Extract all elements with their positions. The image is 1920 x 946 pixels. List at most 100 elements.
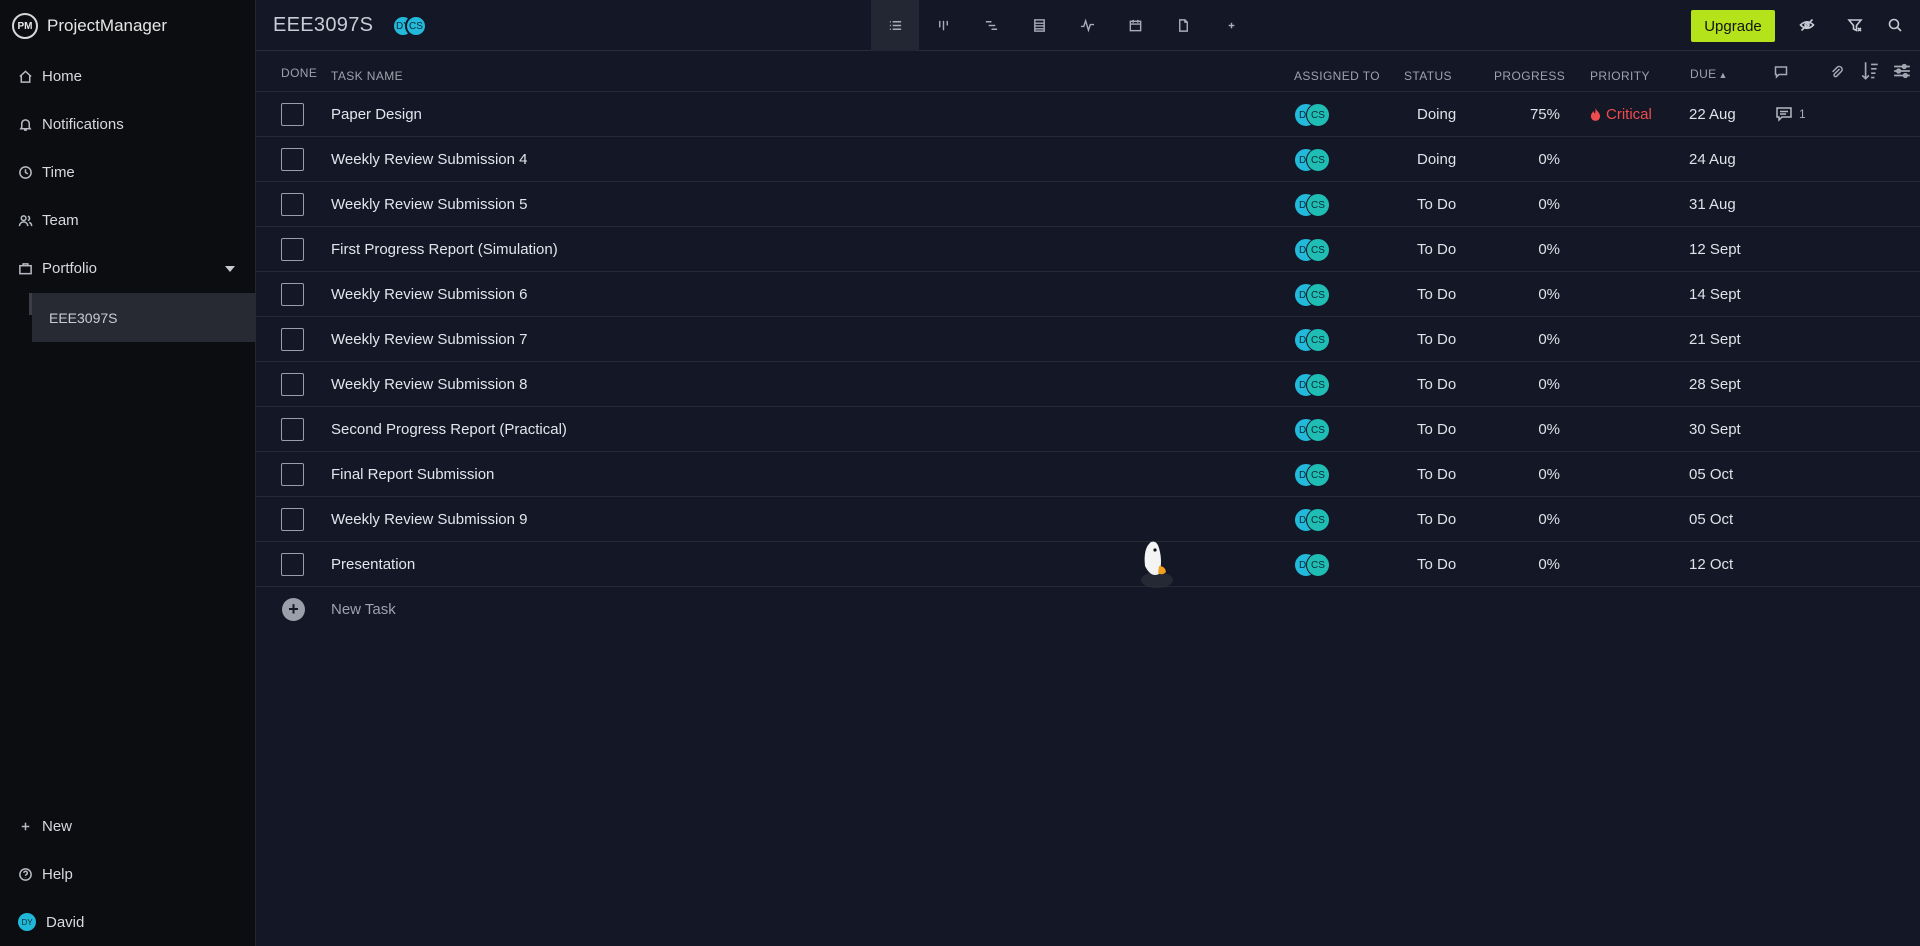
status-cell[interactable]: To Do (1417, 196, 1456, 213)
table-row[interactable]: Paper Design DY CS Doing 75% Critical 22… (256, 92, 1920, 137)
due-cell[interactable]: 05 Oct (1689, 511, 1733, 528)
status-cell[interactable]: To Do (1417, 241, 1456, 258)
table-row[interactable]: First Progress Report (Simulation) DY CS… (256, 227, 1920, 272)
status-cell[interactable]: To Do (1417, 286, 1456, 303)
brand[interactable]: PM ProjectManager (0, 0, 255, 52)
task-name[interactable]: Weekly Review Submission 4 (331, 151, 527, 168)
sidebar-item-portfolio[interactable]: Portfolio (0, 244, 255, 292)
done-checkbox[interactable] (281, 418, 304, 441)
filter-icon[interactable] (1845, 15, 1865, 35)
progress-cell[interactable]: 0% (1512, 466, 1560, 483)
done-checkbox[interactable] (281, 148, 304, 171)
due-cell[interactable]: 22 Aug (1689, 106, 1736, 123)
column-header-done[interactable]: DONE (281, 66, 317, 80)
add-task-icon[interactable]: + (282, 598, 305, 621)
done-checkbox[interactable] (281, 373, 304, 396)
column-header-priority[interactable]: PRIORITY (1590, 69, 1650, 83)
status-cell[interactable]: To Do (1417, 331, 1456, 348)
done-checkbox[interactable] (281, 553, 304, 576)
table-row[interactable]: Second Progress Report (Practical) DY CS… (256, 407, 1920, 452)
due-cell[interactable]: 24 Aug (1689, 151, 1736, 168)
done-checkbox[interactable] (281, 193, 304, 216)
upgrade-button[interactable]: Upgrade (1691, 10, 1775, 42)
column-header-progress[interactable]: PROGRESS (1494, 69, 1565, 83)
tab-calendar-view[interactable] (1111, 0, 1159, 51)
due-cell[interactable]: 14 Sept (1689, 286, 1741, 303)
assignee-avatars[interactable]: DY CS (1294, 508, 1330, 532)
due-cell[interactable]: 30 Sept (1689, 421, 1741, 438)
table-row[interactable]: Weekly Review Submission 5 DY CS To Do 0… (256, 182, 1920, 227)
table-row[interactable]: Weekly Review Submission 4 DY CS Doing 0… (256, 137, 1920, 182)
task-name[interactable]: Weekly Review Submission 8 (331, 376, 527, 393)
due-cell[interactable]: 21 Sept (1689, 331, 1741, 348)
tab-sheet-view[interactable] (1015, 0, 1063, 51)
assignee-avatars[interactable]: DY CS (1294, 103, 1330, 127)
table-row[interactable]: Presentation DY CS To Do 0% 12 Oct (256, 542, 1920, 587)
column-header-assigned-to[interactable]: ASSIGNED TO (1294, 69, 1380, 83)
done-checkbox[interactable] (281, 328, 304, 351)
assignee-avatars[interactable]: DY CS (1294, 328, 1330, 352)
search-icon[interactable] (1885, 15, 1905, 35)
table-row[interactable]: Weekly Review Submission 7 DY CS To Do 0… (256, 317, 1920, 362)
priority-cell[interactable]: Critical (1590, 106, 1652, 123)
tab-add-view[interactable] (1207, 0, 1255, 51)
assignee-avatars[interactable]: DY CS (1294, 148, 1330, 172)
sidebar-item-project-eee3097s[interactable]: EEE3097S (32, 293, 256, 342)
chevron-down-icon[interactable] (225, 266, 235, 272)
assignee-avatars[interactable]: DY CS (1294, 373, 1330, 397)
task-name[interactable]: Paper Design (331, 106, 422, 123)
task-name[interactable]: Weekly Review Submission 6 (331, 286, 527, 303)
due-cell[interactable]: 05 Oct (1689, 466, 1733, 483)
progress-cell[interactable]: 0% (1512, 286, 1560, 303)
tab-dashboard-view[interactable] (1063, 0, 1111, 51)
table-row[interactable]: Weekly Review Submission 9 DY CS To Do 0… (256, 497, 1920, 542)
done-checkbox[interactable] (281, 463, 304, 486)
assignee-avatars[interactable]: DY CS (1294, 193, 1330, 217)
done-checkbox[interactable] (281, 103, 304, 126)
sidebar-item-time[interactable]: Time (0, 148, 255, 196)
progress-cell[interactable]: 0% (1512, 151, 1560, 168)
comment-count[interactable]: 1 (1775, 106, 1806, 122)
column-settings-icon[interactable] (1893, 62, 1911, 83)
sidebar-item-home[interactable]: Home (0, 52, 255, 100)
status-cell[interactable]: To Do (1417, 421, 1456, 438)
progress-cell[interactable]: 0% (1512, 241, 1560, 258)
task-name[interactable]: Second Progress Report (Practical) (331, 421, 567, 438)
sidebar-item-notifications[interactable]: Notifications (0, 100, 255, 148)
tab-list-view[interactable] (871, 0, 919, 51)
progress-cell[interactable]: 0% (1512, 556, 1560, 573)
due-cell[interactable]: 12 Oct (1689, 556, 1733, 573)
table-row[interactable]: Weekly Review Submission 6 DY CS To Do 0… (256, 272, 1920, 317)
user-profile[interactable]: DY David (0, 898, 256, 946)
due-cell[interactable]: 28 Sept (1689, 376, 1741, 393)
team-avatars[interactable]: DY CS (392, 15, 427, 37)
progress-cell[interactable]: 0% (1512, 196, 1560, 213)
task-name[interactable]: First Progress Report (Simulation) (331, 241, 558, 258)
progress-cell[interactable]: 75% (1512, 106, 1560, 123)
comment-column-icon[interactable] (1773, 64, 1789, 83)
due-cell[interactable]: 31 Aug (1689, 196, 1736, 213)
column-header-due[interactable]: DUE ▲ (1690, 67, 1728, 81)
status-cell[interactable]: To Do (1417, 556, 1456, 573)
progress-cell[interactable]: 0% (1512, 421, 1560, 438)
column-header-status[interactable]: STATUS (1404, 69, 1452, 83)
assignee-avatars[interactable]: DY CS (1294, 553, 1330, 577)
status-cell[interactable]: Doing (1417, 106, 1456, 123)
progress-cell[interactable]: 0% (1512, 331, 1560, 348)
status-cell[interactable]: To Do (1417, 511, 1456, 528)
assignee-avatars[interactable]: DY CS (1294, 238, 1330, 262)
status-cell[interactable]: To Do (1417, 376, 1456, 393)
task-name[interactable]: Weekly Review Submission 9 (331, 511, 527, 528)
table-row[interactable]: Weekly Review Submission 8 DY CS To Do 0… (256, 362, 1920, 407)
task-name[interactable]: Presentation (331, 556, 415, 573)
done-checkbox[interactable] (281, 238, 304, 261)
sort-icon[interactable] (1861, 60, 1879, 85)
column-header-task-name[interactable]: TASK NAME (331, 69, 403, 83)
tab-board-view[interactable] (919, 0, 967, 51)
status-cell[interactable]: Doing (1417, 151, 1456, 168)
tab-gantt-view[interactable] (967, 0, 1015, 51)
task-name[interactable]: Weekly Review Submission 7 (331, 331, 527, 348)
task-name[interactable]: Final Report Submission (331, 466, 494, 483)
help-button[interactable]: Help (0, 850, 256, 898)
assignee-avatars[interactable]: DY CS (1294, 418, 1330, 442)
